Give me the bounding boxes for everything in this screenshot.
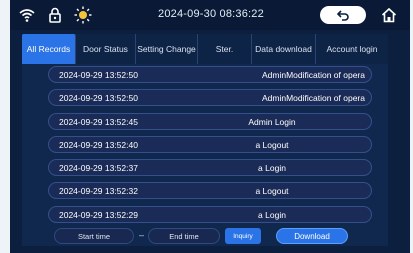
tab-bar: All Records Door Status Setting Change S… — [22, 34, 388, 64]
tab-all-records[interactable]: All Records — [22, 34, 76, 64]
list-item[interactable]: 2024-09-29 13:52:40 a Logout — [48, 135, 372, 153]
list-item[interactable]: 2024-09-29 13:52:32 a Logout — [48, 182, 372, 200]
tab-account-login[interactable]: Account login — [316, 34, 388, 64]
record-time: 2024-09-29 13:52:37 — [59, 163, 138, 174]
record-event: a Logout — [255, 139, 289, 150]
record-event: Admin Login — [248, 116, 296, 127]
download-button[interactable]: Download — [276, 228, 348, 244]
record-time: 2024-09-29 13:52:45 — [59, 116, 138, 127]
range-separator: – — [139, 230, 145, 240]
list-item[interactable]: 2024-09-29 13:52:37 a Login — [48, 159, 372, 177]
tab-door-status[interactable]: Door Status — [76, 34, 136, 64]
record-time: 2024-09-29 13:52:50 — [59, 70, 138, 80]
record-time: 2024-09-29 13:52:29 — [59, 209, 138, 220]
record-event: AdminModification of opera — [261, 70, 365, 80]
records-list: 2024-09-29 13:52:50 AdminModification of… — [48, 66, 372, 229]
list-item[interactable]: 2024-09-29 13:52:45 Admin Login — [48, 112, 372, 130]
tab-data-download[interactable]: Data download — [252, 34, 316, 64]
record-time: 2024-09-29 13:52:50 — [59, 93, 138, 104]
start-time-field[interactable]: Start time — [54, 228, 134, 244]
tab-ster[interactable]: Ster. — [198, 34, 252, 64]
list-item[interactable]: 2024-09-29 13:52:50 AdminModification of… — [48, 66, 372, 83]
record-time: 2024-09-29 13:52:32 — [59, 186, 138, 197]
record-time: 2024-09-29 13:52:40 — [59, 139, 138, 150]
status-bar: 2024-09-30 08:36:22 — [10, 0, 410, 30]
end-time-field[interactable]: End time — [148, 228, 220, 244]
back-icon — [336, 9, 350, 21]
record-event: a Login — [258, 209, 286, 220]
list-item[interactable]: 2024-09-29 13:52:29 a Login — [48, 205, 372, 223]
lock-icon — [46, 6, 64, 24]
home-icon[interactable] — [380, 6, 398, 24]
inquiry-button[interactable]: Inquiry — [225, 228, 261, 244]
status-datetime: 2024-09-30 08:36:22 — [158, 8, 264, 20]
list-item[interactable]: 2024-09-29 13:52:50 AdminModification of… — [48, 89, 372, 107]
wifi-icon — [18, 6, 36, 24]
sun-icon — [74, 6, 92, 24]
record-event: AdminModification of opera — [261, 93, 365, 104]
record-event: a Logout — [255, 186, 289, 197]
filter-bar: Start time – End time Inquiry Download — [48, 228, 372, 244]
tab-setting-change[interactable]: Setting Change — [136, 34, 198, 64]
back-button[interactable] — [320, 6, 366, 24]
record-event: a Login — [258, 163, 286, 174]
